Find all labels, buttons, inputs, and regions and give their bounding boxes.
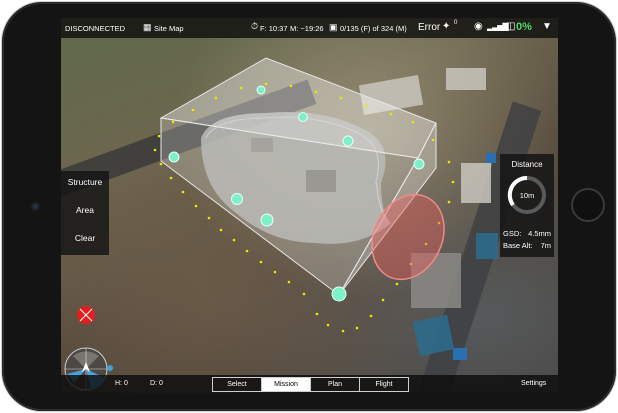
bottom-bar: H: 0 D: 0 Select Mission Plan Flight Set… <box>61 375 558 393</box>
path-dot <box>411 120 415 124</box>
base-alt-label: Base Alt: <box>503 241 533 250</box>
tab-plan[interactable]: Plan <box>311 378 360 391</box>
path-dot <box>369 314 373 318</box>
mode-tabs: Select Mission Plan Flight <box>212 377 409 392</box>
app-screen: DISCONNECTED ▦ Site Map ⏱ F: 10:37 M: ~1… <box>61 18 558 393</box>
path-dot <box>207 216 211 220</box>
menu-item-structure[interactable]: Structure <box>61 177 109 187</box>
path-dot <box>315 312 319 316</box>
battery-icon: ◫ <box>506 21 516 32</box>
path-dot <box>395 282 399 286</box>
path-dot <box>447 160 451 164</box>
waypoint-handle[interactable] <box>256 85 266 95</box>
top-status-bar: DISCONNECTED ▦ Site Map ⏱ F: 10:37 M: ~1… <box>61 18 558 38</box>
path-dot <box>364 104 368 108</box>
mission-time: M: ~19:26 <box>290 24 324 33</box>
path-dot <box>339 96 343 100</box>
path-dot <box>214 96 218 100</box>
distance-title: Distance <box>511 160 543 169</box>
menu-item-clear[interactable]: Clear <box>61 233 109 243</box>
path-dot <box>302 292 306 296</box>
path-dot <box>153 148 157 152</box>
site-map-icon[interactable]: ▦ <box>143 22 152 33</box>
waypoint-handle[interactable] <box>260 213 274 227</box>
distance-dial-value: 10m <box>519 191 535 200</box>
path-dot <box>447 200 451 204</box>
satellite-icon: ✦ <box>442 21 451 32</box>
path-dot <box>159 162 163 166</box>
satellite-count: 0 <box>454 20 458 26</box>
signal-bars-icon: ▂▃▅▇ <box>487 22 509 31</box>
tab-select[interactable]: Select <box>213 378 262 391</box>
battery-percent: 0% <box>516 21 532 33</box>
connection-status: DISCONNECTED <box>65 24 126 33</box>
path-dot <box>451 180 455 184</box>
path-dot <box>289 84 293 88</box>
path-dot <box>245 249 249 253</box>
path-dot <box>169 176 173 180</box>
path-dot <box>232 238 236 242</box>
tab-flight[interactable]: Flight <box>360 378 408 391</box>
path-dot <box>171 120 175 124</box>
photo-icon: ▣ <box>329 22 338 32</box>
mission-overlay <box>64 57 455 391</box>
remote-controller-icon: ◉ <box>474 21 483 32</box>
error-indicator[interactable]: Error <box>418 22 440 33</box>
drone-marker-icon[interactable] <box>77 306 95 324</box>
stopwatch-icon: ⏱ <box>251 21 259 31</box>
waypoint-handle[interactable] <box>298 112 308 122</box>
distance-panel: Distance 10m GSD: 4.5mm Base Alt: 7m <box>500 154 554 257</box>
waypoint-handle[interactable] <box>331 286 347 302</box>
distance-readout: D: 0 <box>150 380 163 387</box>
path-dot <box>264 82 268 86</box>
waypoint-handle[interactable] <box>342 135 354 147</box>
path-dot <box>273 270 277 274</box>
mission-type-menu: Structure Area Clear <box>61 171 109 255</box>
waypoint-handle[interactable] <box>413 158 425 170</box>
tab-mission[interactable]: Mission <box>262 378 311 391</box>
wifi-icon: ▼ <box>542 21 552 32</box>
front-camera <box>31 202 40 211</box>
settings-button[interactable]: Settings <box>521 380 546 387</box>
path-dot <box>287 280 291 284</box>
waypoint-handle[interactable] <box>231 193 243 205</box>
home-button[interactable] <box>571 188 605 222</box>
path-dot <box>326 323 330 327</box>
menu-item-area[interactable]: Area <box>61 205 109 215</box>
path-dot <box>341 329 345 333</box>
path-dot <box>191 108 195 112</box>
site-map-button[interactable]: Site Map <box>154 24 184 33</box>
path-dot <box>355 326 359 330</box>
photo-count: 0/135 (F) of 324 (M) <box>340 24 407 33</box>
path-dot <box>389 112 393 116</box>
height-readout: H: 0 <box>115 380 128 387</box>
path-dot <box>239 86 243 90</box>
flight-time: F: 10:37 <box>260 24 288 33</box>
gsd-label: GSD: <box>503 229 522 238</box>
path-dot <box>381 298 385 302</box>
path-dot <box>157 134 161 138</box>
path-dot <box>219 228 223 232</box>
path-dot <box>314 90 318 94</box>
path-dot <box>181 190 185 194</box>
path-dot <box>431 138 435 142</box>
base-alt-value: 7m <box>540 241 551 250</box>
gsd-value: 4.5mm <box>528 229 551 238</box>
path-dot <box>259 260 263 264</box>
waypoint-handle[interactable] <box>168 151 180 163</box>
path-dot <box>194 204 198 208</box>
